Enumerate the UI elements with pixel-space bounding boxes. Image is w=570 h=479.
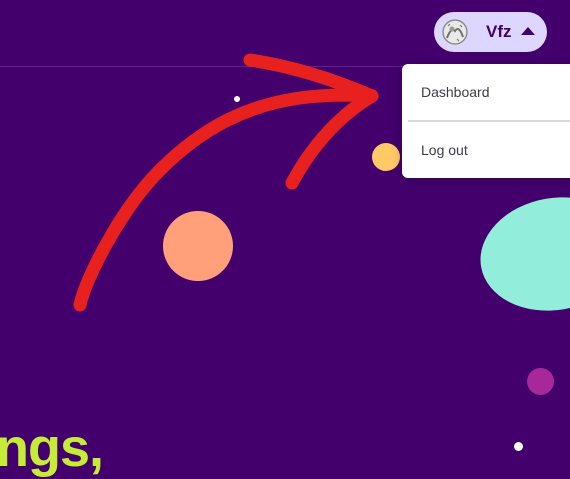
menu-item-dashboard[interactable]: Dashboard (421, 84, 490, 100)
hero-heading-fragment: ngs, (0, 418, 104, 478)
menu-divider (408, 120, 570, 122)
deco-circle-orange (163, 211, 233, 281)
deco-dot-white-top (234, 96, 240, 102)
caret-up-icon (521, 27, 535, 35)
deco-circle-yellow (372, 143, 400, 171)
user-menu-button[interactable]: Vfz (434, 12, 547, 52)
deco-circle-magenta (527, 368, 554, 395)
deco-dot-white-bottom (514, 442, 523, 451)
deco-ellipse-mint (471, 185, 570, 323)
avatar (442, 19, 468, 45)
menu-item-logout[interactable]: Log out (421, 142, 468, 158)
username-label: Vfz (486, 22, 512, 41)
annotation-arrow-shaft (73, 88, 379, 312)
user-dropdown-menu: Dashboard Log out (402, 64, 570, 178)
annotation-arrow-head-bottom (285, 89, 379, 190)
avatar-icon (442, 19, 468, 45)
